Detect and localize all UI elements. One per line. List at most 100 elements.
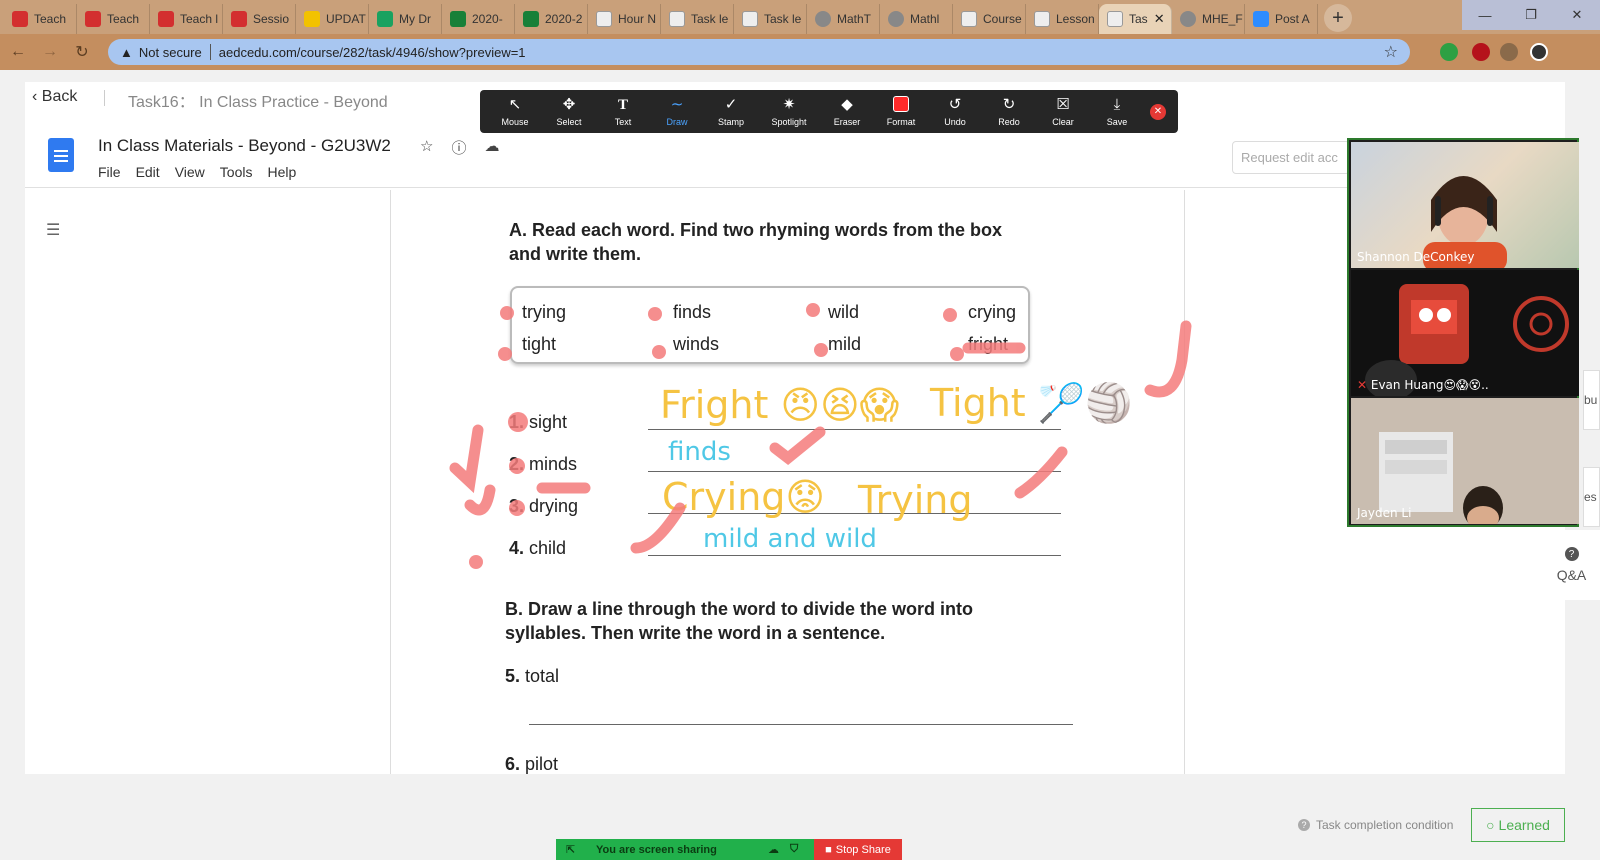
- format-tool-button[interactable]: Format: [874, 96, 928, 127]
- close-window-button[interactable]: ✕: [1554, 0, 1600, 30]
- video-tile[interactable]: ✕ Evan Huang😍😱😵..: [1351, 270, 1579, 396]
- menu-tools[interactable]: Tools: [220, 164, 253, 180]
- bookmark-star-icon[interactable]: ☆: [1384, 42, 1398, 62]
- restore-button[interactable]: ❐: [1508, 0, 1554, 30]
- side-panel-tab[interactable]: es: [1583, 467, 1600, 527]
- tab-favicon-icon: [1107, 11, 1123, 27]
- menu-file[interactable]: File: [98, 164, 121, 180]
- document-outline-icon[interactable]: ☰: [46, 220, 60, 240]
- browser-tab[interactable]: Lesson: [1026, 4, 1099, 34]
- cloud-icon[interactable]: ☁: [484, 137, 499, 158]
- tab-favicon-icon: [1034, 11, 1050, 27]
- shield-icon: ⛉: [790, 843, 799, 855]
- reload-icon[interactable]: ↻: [68, 38, 96, 66]
- profile-avatar[interactable]: [1530, 43, 1548, 61]
- side-panel-tab[interactable]: bu: [1583, 370, 1600, 430]
- box-word: crying: [968, 302, 1017, 322]
- eraser-tool-button[interactable]: ◆ Eraser: [820, 96, 874, 127]
- new-tab-button[interactable]: +: [1324, 4, 1352, 32]
- menu-edit[interactable]: Edit: [136, 164, 160, 180]
- answer-line: [529, 724, 1073, 725]
- google-docs-icon: [48, 138, 74, 172]
- browser-tab[interactable]: Hour N: [588, 4, 661, 34]
- answer-line: [648, 555, 1061, 556]
- browser-tab[interactable]: Task le: [661, 4, 734, 34]
- video-tile[interactable]: Jayden Li: [1351, 398, 1579, 524]
- back-link[interactable]: ‹ Back: [32, 88, 77, 106]
- browser-tab[interactable]: Teach l: [150, 4, 223, 34]
- video-tile[interactable]: Shannon DeConkey: [1351, 142, 1579, 268]
- box-word: tight: [522, 334, 557, 354]
- box-word: trying: [522, 302, 567, 322]
- tab-favicon-icon: [450, 11, 466, 27]
- redo-button[interactable]: ↻ Redo: [982, 96, 1036, 127]
- browser-tab[interactable]: Mathl: [880, 4, 953, 34]
- url-input[interactable]: ▲ Not secure aedcedu.com/course/282/task…: [108, 39, 1410, 65]
- qa-button[interactable]: ? Q&A: [1543, 530, 1600, 600]
- forward-arrow-icon[interactable]: →: [36, 38, 64, 66]
- browser-tab-active[interactable]: Tas ✕: [1099, 4, 1172, 34]
- browser-tab[interactable]: 2020-: [442, 4, 515, 34]
- stop-share-button[interactable]: ■ Stop Share: [814, 839, 902, 860]
- back-arrow-icon[interactable]: ←: [4, 38, 32, 66]
- browser-tab[interactable]: Sessio: [223, 4, 296, 34]
- muted-mic-icon: ✕: [1357, 378, 1371, 392]
- task-completion-condition[interactable]: ? Task completion condition: [1298, 818, 1453, 832]
- answer-4: mild and wild: [703, 524, 877, 554]
- request-edit-button[interactable]: Request edit acc: [1232, 141, 1350, 174]
- star-icon[interactable]: ☆: [420, 137, 433, 158]
- browser-tab[interactable]: MathT: [807, 4, 880, 34]
- clear-button[interactable]: ☒ Clear: [1036, 96, 1090, 127]
- browser-tab[interactable]: MHE_F: [1172, 4, 1245, 34]
- tab-close-icon[interactable]: ✕: [1154, 11, 1165, 27]
- minimize-button[interactable]: —: [1462, 0, 1508, 30]
- tab-favicon-icon: [1180, 11, 1196, 27]
- select-tool-button[interactable]: ✥ Select: [542, 96, 596, 127]
- browser-tab[interactable]: Post A: [1245, 4, 1318, 34]
- question-3: 3. drying: [509, 496, 579, 516]
- menu-view[interactable]: View: [175, 164, 205, 180]
- puzzle-extension-icon[interactable]: [1500, 43, 1518, 61]
- part-a-heading: A. Read each word. Find two rhyming word…: [509, 220, 1003, 264]
- video-panel: Shannon DeConkey ✕ Evan Huang😍😱😵.. Jayde…: [1347, 138, 1579, 527]
- draw-tool-button[interactable]: ∼ Draw: [650, 96, 704, 127]
- save-button[interactable]: ⤓ Save: [1090, 96, 1144, 127]
- screen-sharing-bar[interactable]: ⇱ You are screen sharing ☁ ⛉: [556, 839, 814, 860]
- ublock-icon[interactable]: [1472, 43, 1490, 61]
- tab-favicon-icon: [85, 11, 101, 27]
- tab-favicon-icon: [304, 11, 320, 27]
- browser-tab[interactable]: Teach: [4, 4, 77, 34]
- undo-button[interactable]: ↺ Undo: [928, 96, 982, 127]
- question-4: 4. child: [509, 538, 567, 558]
- task-title: Task16： In Class Practice - Beyond: [128, 94, 388, 111]
- tab-favicon-icon: [1253, 11, 1269, 27]
- doc-title[interactable]: In Class Materials - Beyond - G2U3W2: [98, 136, 391, 156]
- answer-3-left: Crying😟: [662, 475, 826, 519]
- tab-favicon-icon: [742, 11, 758, 27]
- browser-tab[interactable]: UPDAT: [296, 4, 369, 34]
- menu-help[interactable]: Help: [267, 164, 296, 180]
- browser-tab[interactable]: Teach: [77, 4, 150, 34]
- part-b-heading: B. Draw a line through the word to divid…: [505, 599, 973, 643]
- browser-tab[interactable]: Course: [953, 4, 1026, 34]
- info-icon[interactable]: ⓘ: [451, 137, 466, 158]
- extension-icon[interactable]: [1440, 43, 1458, 61]
- spotlight-tool-button[interactable]: ✷ Spotlight: [758, 96, 820, 127]
- browser-tab[interactable]: My Dr: [369, 4, 442, 34]
- question-icon: ?: [1564, 547, 1579, 561]
- answer-1-left: Fright 😠😫😱: [660, 383, 900, 427]
- close-toolbar-icon[interactable]: ✕: [1150, 103, 1166, 120]
- browser-tab[interactable]: Task le: [734, 4, 807, 34]
- drag-handle-icon[interactable]: ⇱: [566, 843, 575, 856]
- participant-name: ✕ Evan Huang😍😱😵..: [1357, 378, 1489, 392]
- warning-icon: ▲: [120, 44, 133, 60]
- mouse-tool-button[interactable]: ↖ Mouse: [488, 96, 542, 127]
- text-tool-button[interactable]: T Text: [596, 96, 650, 127]
- tab-favicon-icon: [523, 11, 539, 27]
- learned-button[interactable]: ○ Learned: [1471, 808, 1565, 842]
- tab-favicon-icon: [12, 11, 28, 27]
- browser-tab[interactable]: 2020-2: [515, 4, 588, 34]
- help-icon: ?: [1298, 819, 1310, 831]
- stamp-tool-button[interactable]: ✓ Stamp: [704, 96, 758, 127]
- tab-favicon-icon: [961, 11, 977, 27]
